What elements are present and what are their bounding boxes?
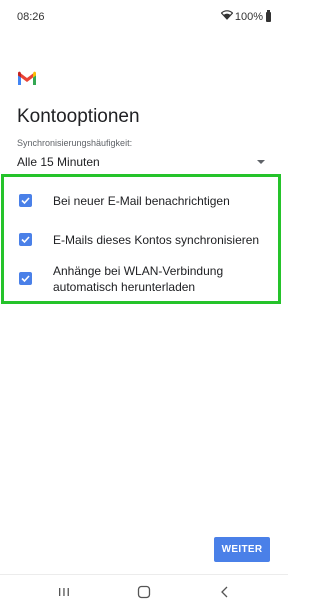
- status-time: 08:26: [17, 11, 45, 23]
- gmail-logo: [17, 71, 37, 91]
- page-title: Kontooptionen: [17, 106, 140, 127]
- checkbox-checked-icon[interactable]: [19, 233, 32, 246]
- recent-apps-icon[interactable]: [57, 585, 71, 604]
- sync-frequency-dropdown[interactable]: Alle 15 Minuten: [17, 152, 269, 174]
- checkbox-checked-icon[interactable]: [19, 194, 32, 207]
- option-label: Bei neuer E-Mail benachrichtigen: [53, 194, 230, 208]
- checkbox-checked-icon[interactable]: [19, 272, 32, 285]
- status-bar: 08:26 100%: [0, 0, 288, 34]
- dropdown-caret-icon: [257, 160, 265, 164]
- option-sync-account[interactable]: E-Mails dieses Kontos synchronisieren: [4, 227, 278, 251]
- option-label: Anhänge bei WLAN-Verbindung automatisch …: [53, 263, 223, 295]
- navigation-bar: [0, 574, 288, 609]
- battery-percent: 100%: [234, 10, 263, 23]
- status-right: 100%: [220, 9, 271, 23]
- account-options-group: Bei neuer E-Mail benachrichtigen E-Mails…: [1, 174, 281, 304]
- wifi-icon: [220, 10, 234, 23]
- home-icon[interactable]: [137, 585, 151, 604]
- back-icon[interactable]: [218, 585, 232, 604]
- next-button[interactable]: WEITER: [214, 537, 270, 562]
- option-label-line2: automatisch herunterladen: [53, 280, 196, 294]
- sync-frequency-label: Synchronisierungshäufigkeit:: [17, 138, 133, 148]
- option-notify-new-mail[interactable]: Bei neuer E-Mail benachrichtigen: [4, 188, 278, 212]
- option-auto-download-attachments[interactable]: Anhänge bei WLAN-Verbindung automatisch …: [4, 261, 278, 297]
- battery-icon: [266, 9, 271, 22]
- sync-frequency-value: Alle 15 Minuten: [17, 155, 100, 169]
- option-label: E-Mails dieses Kontos synchronisieren: [53, 233, 260, 247]
- option-label-line1: Anhänge bei WLAN-Verbindung: [53, 264, 224, 278]
